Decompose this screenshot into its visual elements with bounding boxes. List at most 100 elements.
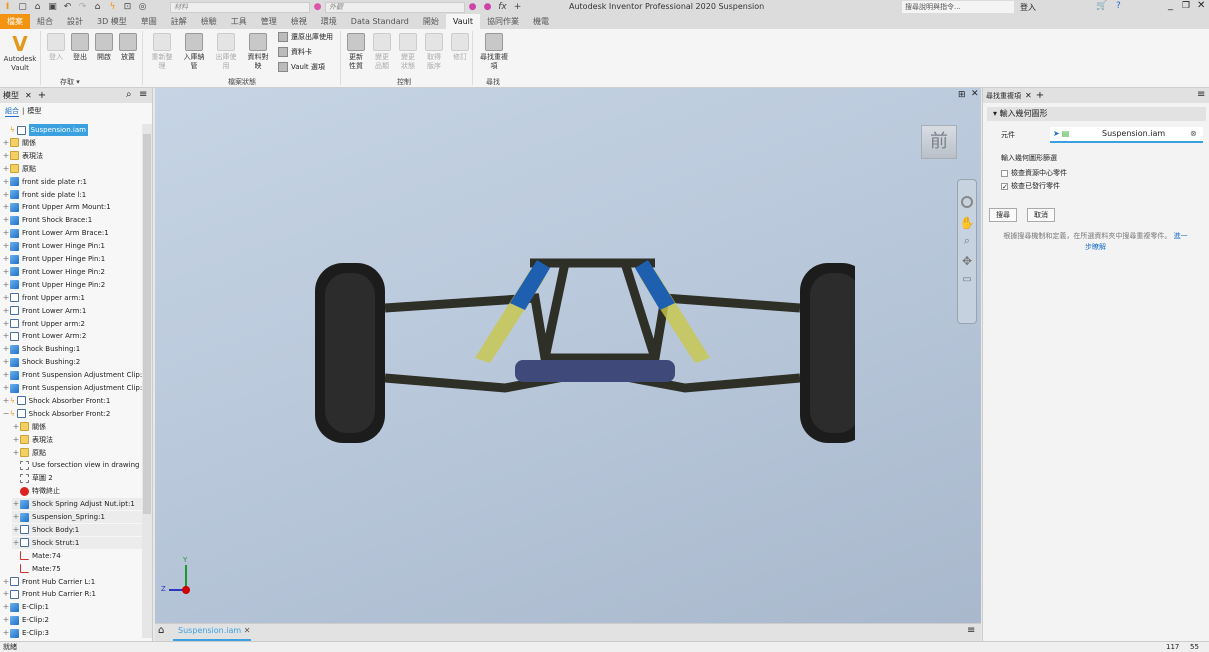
- undo-icon[interactable]: ↶: [62, 2, 73, 12]
- search-icon[interactable]: ⌕: [126, 89, 132, 100]
- close-panel-icon[interactable]: ✕: [1025, 91, 1032, 100]
- tree-item[interactable]: + Front Lower Hinge Pin:1: [2, 240, 105, 252]
- expand-toggle[interactable]: +: [2, 266, 10, 278]
- expand-toggle[interactable]: −: [2, 408, 10, 420]
- tab-1[interactable]: 組合: [30, 14, 60, 29]
- tab-7[interactable]: 工具: [224, 14, 254, 29]
- tree-item[interactable]: + front side plate l:1: [2, 189, 86, 201]
- tab-4[interactable]: 草圖: [134, 14, 164, 29]
- pan-icon[interactable]: ✋: [958, 216, 976, 230]
- tab-2[interactable]: 設計: [60, 14, 90, 29]
- tab-find-duplicates[interactable]: 尋找重複項: [986, 91, 1021, 101]
- graphics-viewport[interactable]: ⊞ ✕ 前 ✋ ⌕ ✥ ▭ Y Z: [155, 88, 981, 623]
- tree-item[interactable]: ϟ Suspension.iam: [2, 124, 88, 136]
- color-icon[interactable]: ●: [467, 2, 478, 12]
- tab-12[interactable]: 開始: [416, 14, 446, 29]
- tree-item[interactable]: + Shock Spring Adjust Nut.ipt:1: [12, 498, 142, 511]
- tab-suspension-iam[interactable]: Suspension.iam ✕: [173, 624, 251, 641]
- expand-toggle[interactable]: +: [2, 318, 10, 330]
- tree-item[interactable]: + Suspension_Spring:1: [12, 511, 142, 523]
- expand-toggle[interactable]: +: [2, 137, 10, 149]
- expand-toggle[interactable]: +: [2, 214, 10, 226]
- expand-toggle[interactable]: +: [2, 627, 10, 639]
- tree-item[interactable]: + Front Upper Hinge Pin:1: [2, 253, 105, 265]
- tree-item[interactable]: + E-Clip:1: [2, 601, 49, 613]
- datacard-button[interactable]: 資料卡: [278, 47, 312, 57]
- expand-toggle[interactable]: +: [12, 511, 20, 523]
- expand-toggle[interactable]: +: [12, 537, 20, 549]
- home-icon[interactable]: ⌂: [92, 2, 103, 12]
- tree-item[interactable]: − ϟ Shock Absorber Front:2: [2, 408, 110, 420]
- expand-toggle[interactable]: +: [2, 279, 10, 291]
- close-doc-icon[interactable]: ✕: [244, 626, 251, 635]
- expand-toggle[interactable]: +: [2, 330, 10, 342]
- close-tab-icon[interactable]: ✕: [25, 91, 32, 100]
- tree-item[interactable]: + 關係: [12, 421, 46, 433]
- tab-9[interactable]: 檢視: [284, 14, 314, 29]
- file_status-button-2[interactable]: 出庫使用: [210, 33, 242, 71]
- clear-icon[interactable]: ⊗: [1190, 127, 1197, 141]
- tree-item[interactable]: + 原點: [2, 163, 36, 175]
- tree-item[interactable]: + Front Upper Hinge Pin:2: [2, 279, 105, 291]
- redo-icon[interactable]: ↷: [77, 2, 88, 12]
- expand-toggle[interactable]: +: [12, 524, 20, 536]
- update-icon[interactable]: ϟ: [107, 2, 118, 12]
- expand-toggle[interactable]: +: [2, 382, 10, 394]
- expand-toggle[interactable]: +: [2, 614, 10, 626]
- vault-options-button[interactable]: Vault 選項: [278, 62, 325, 72]
- file_status-button-1[interactable]: 入庫納管: [178, 33, 210, 71]
- control-button-1[interactable]: 變更品類: [369, 33, 395, 71]
- subtab-modeling[interactable]: 模型: [27, 106, 41, 116]
- expand-toggle[interactable]: +: [12, 421, 20, 433]
- clear-appearance-icon[interactable]: ●: [482, 2, 493, 12]
- checkbox-content-center[interactable]: 檢查資源中心零件: [1001, 168, 1067, 178]
- new-icon[interactable]: ▢: [17, 2, 28, 12]
- file_status-button-0[interactable]: 重新整理: [146, 33, 178, 71]
- tree-item[interactable]: + 表現法: [2, 150, 43, 162]
- expand-toggle[interactable]: +: [12, 434, 20, 446]
- vault-logo-button[interactable]: V Autodesk Vault: [2, 33, 38, 73]
- control-button-4[interactable]: 修訂: [447, 33, 473, 62]
- undo-checkout-button[interactable]: 還原出庫使用: [278, 32, 333, 42]
- close-button[interactable]: ✕: [1197, 0, 1205, 11]
- orbit-icon[interactable]: ✥: [958, 254, 976, 268]
- tree-item[interactable]: 特徵終止: [12, 485, 60, 497]
- tab-15[interactable]: 機電: [526, 14, 556, 29]
- component-field[interactable]: ➤ ▤ Suspension.iam ⊗: [1050, 127, 1203, 143]
- add-tab-icon[interactable]: +: [38, 90, 46, 101]
- expand-toggle[interactable]: +: [2, 176, 10, 188]
- tree-item[interactable]: + Shock Bushing:2: [2, 356, 80, 368]
- save-icon[interactable]: ▣: [47, 2, 58, 12]
- expand-toggle[interactable]: +: [2, 189, 10, 201]
- tree-item[interactable]: + Front Lower Hinge Pin:2: [2, 266, 105, 278]
- plus-icon[interactable]: +: [512, 2, 523, 12]
- expand-toggle[interactable]: +: [2, 227, 10, 239]
- search-button[interactable]: 搜尋: [989, 208, 1017, 222]
- restore-button[interactable]: ❐: [1182, 1, 1190, 11]
- tree-item[interactable]: + Shock Strut:1: [12, 536, 142, 549]
- tree-item[interactable]: + Front Suspension Adjustment Clip:1: [2, 369, 147, 381]
- suspension-assembly-model[interactable]: [305, 248, 855, 448]
- expand-toggle[interactable]: +: [2, 369, 10, 381]
- tab-5[interactable]: 註解: [164, 14, 194, 29]
- tree-item[interactable]: + front side plate r:1: [2, 176, 87, 188]
- tree-item[interactable]: + 原點: [12, 447, 46, 459]
- tree-item[interactable]: + front Upper arm:1: [2, 292, 85, 304]
- expand-toggle[interactable]: +: [12, 447, 20, 459]
- tab-0[interactable]: 檔案: [0, 14, 30, 29]
- access-button-0[interactable]: 登入: [44, 33, 68, 62]
- help-search-input[interactable]: 搜尋說明與指令...: [902, 1, 1014, 13]
- section-input-geometry[interactable]: ▾ 輸入幾何圖形: [987, 107, 1206, 121]
- minimize-button[interactable]: _: [1168, 0, 1173, 11]
- tree-item[interactable]: + Front Shock Brace:1: [2, 214, 92, 226]
- expand-toggle[interactable]: +: [2, 201, 10, 213]
- tree-item[interactable]: 草圖 2: [12, 472, 53, 484]
- expand-toggle[interactable]: +: [2, 253, 10, 265]
- open-icon[interactable]: ⌂: [32, 2, 43, 12]
- tree-item[interactable]: + Front Suspension Adjustment Clip:2: [2, 382, 147, 394]
- tree-item[interactable]: + Front Lower Arm Brace:1: [2, 227, 109, 239]
- group-access-label[interactable]: 存取 ▾: [60, 77, 80, 87]
- cancel-button[interactable]: 取消: [1027, 208, 1055, 222]
- sign-in-button[interactable]: 登入: [1020, 2, 1036, 13]
- tree-item[interactable]: + Front Lower Arm:1: [2, 305, 86, 317]
